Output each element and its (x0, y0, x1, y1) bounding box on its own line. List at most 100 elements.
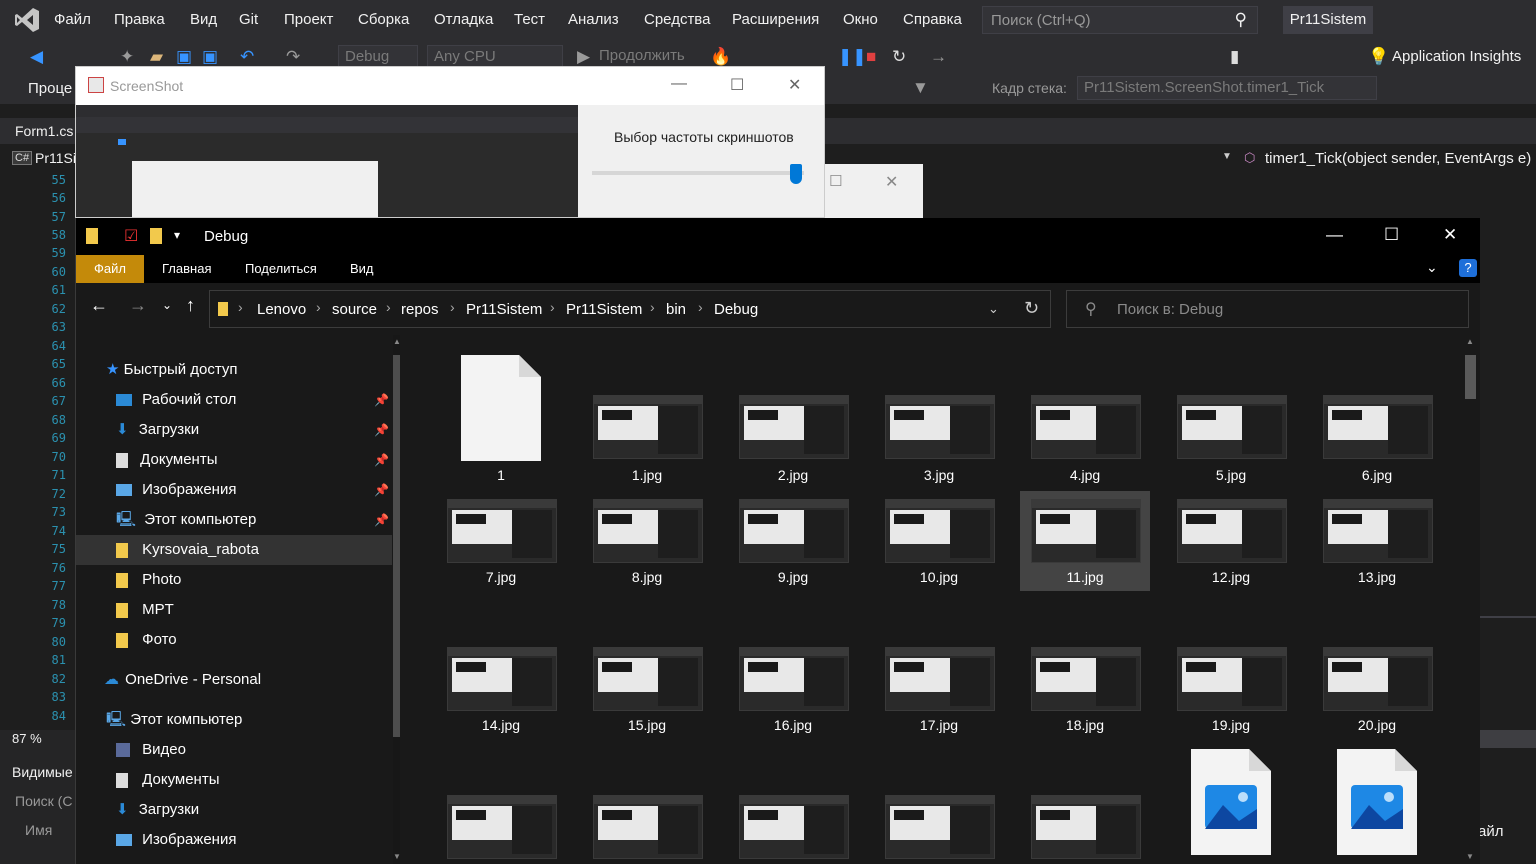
nav-item-downloads[interactable]: ⬇ Загрузки (116, 415, 392, 445)
scroll-down-icon[interactable]: ▼ (1466, 852, 1474, 861)
menu-analyze[interactable]: Анализ (568, 11, 619, 28)
zoom-level[interactable]: 87 % (12, 731, 42, 746)
nav-item-pc-documents[interactable]: Документы (116, 765, 220, 795)
scroll-up-icon[interactable]: ▲ (393, 337, 401, 346)
explorer-titlebar[interactable]: ☑ ▾ Debug — ☐ ✕ (76, 218, 1480, 255)
file-item[interactable]: 16.jpg (728, 639, 858, 739)
show-next-statement-icon[interactable]: → (930, 47, 947, 67)
breadcrumb-source[interactable]: source (332, 301, 377, 318)
nav-item-pc-downloads[interactable]: ⬇ Загрузки (116, 795, 199, 825)
nav-quick-access[interactable]: ★ Быстрый доступ (106, 355, 238, 385)
nav-item-kyrsovaia[interactable]: Kyrsovaia_rabota (76, 535, 392, 565)
nav-item-mpt[interactable]: MPT (116, 595, 174, 625)
tab-form1[interactable]: Form1.cs (15, 123, 73, 139)
file-list-scrollbar-thumb[interactable] (1465, 355, 1476, 399)
file-item[interactable]: 3.jpg (874, 381, 1004, 483)
ribbon-tab-file[interactable]: Файл (76, 255, 144, 283)
menu-debug[interactable]: Отладка (434, 11, 493, 28)
file-item[interactable]: 4.jpg (1020, 381, 1150, 483)
pin-icon[interactable]: 📌 (374, 483, 389, 497)
project-dropdown[interactable]: Pr11Si (35, 150, 76, 166)
lightbulb-icon[interactable]: 💡 (1368, 47, 1389, 67)
bookmark-icon[interactable]: ▮ (1230, 47, 1239, 67)
continue-button[interactable]: Продолжить (599, 47, 685, 64)
maximize-icon[interactable]: ☐ (829, 172, 842, 190)
file-item[interactable]: 18.jpg (1020, 639, 1150, 739)
menu-file[interactable]: Файл (54, 11, 91, 28)
breadcrumb-repos[interactable]: repos (401, 301, 439, 318)
file-item[interactable]: 15.jpg (582, 639, 712, 739)
minimize-icon[interactable]: — (671, 75, 687, 93)
qat-dropdown-icon[interactable]: ▾ (174, 228, 180, 242)
play-icon[interactable]: ▶ (577, 47, 590, 67)
back-arrow-icon[interactable]: ← (90, 295, 108, 316)
nav-scrollbar[interactable]: ▲ ▼ (393, 335, 401, 864)
breadcrumb-separator-icon[interactable]: › (550, 299, 555, 315)
scroll-up-icon[interactable]: ▲ (1466, 337, 1474, 346)
redo-icon[interactable]: ↷ (286, 47, 300, 67)
frequency-slider-thumb[interactable] (790, 164, 802, 184)
minimize-icon[interactable]: — (1326, 225, 1343, 245)
properties-icon[interactable]: ☑ (124, 226, 138, 246)
menu-help[interactable]: Справка (903, 11, 962, 28)
file-item[interactable]: 12.jpg (1166, 491, 1296, 591)
file-item[interactable] (1020, 787, 1150, 864)
pin-icon[interactable]: 📌 (374, 513, 389, 527)
breadcrumb-pr11sistem-2[interactable]: Pr11Sistem (566, 301, 642, 318)
nav-onedrive[interactable]: ☁ OneDrive - Personal (104, 665, 261, 695)
member-dropdown[interactable]: timer1_Tick(object sender, EventArgs e) (1265, 150, 1531, 167)
pin-icon[interactable]: 📌 (374, 423, 389, 437)
file-item[interactable]: 13.jpg (1312, 491, 1442, 591)
pin-icon[interactable]: 📌 (374, 393, 389, 407)
undo-icon[interactable]: ↶ (240, 47, 254, 67)
file-item[interactable]: 14.jpg (436, 639, 566, 739)
breadcrumb-separator-icon[interactable]: › (650, 299, 655, 315)
open-folder-icon[interactable]: ▰ (150, 47, 163, 67)
breadcrumb-separator-icon[interactable]: › (698, 299, 703, 315)
nav-item-foto[interactable]: Фото (116, 625, 177, 655)
file-item[interactable]: 2.jpg (728, 381, 858, 483)
breadcrumb-lenovo[interactable]: Lenovo (257, 301, 306, 318)
menu-window[interactable]: Окно (843, 11, 878, 28)
file-item[interactable] (436, 787, 566, 864)
file-item[interactable] (1312, 749, 1442, 855)
maximize-icon[interactable]: ☐ (730, 75, 744, 95)
breadcrumb-pr11sistem[interactable]: Pr11Sistem (466, 301, 542, 318)
nav-this-pc[interactable]: 🖳 Этот компьютер (106, 705, 242, 735)
menu-git[interactable]: Git (239, 11, 258, 28)
stop-icon[interactable]: ■ (866, 47, 876, 67)
save-all-icon[interactable]: ▣ (202, 47, 218, 67)
file-item[interactable] (582, 787, 712, 864)
file-item[interactable]: 9.jpg (728, 491, 858, 591)
file-item[interactable]: 17.jpg (874, 639, 1004, 739)
explorer-search-box[interactable]: ⚲ Поиск в: Debug (1066, 290, 1469, 328)
save-icon[interactable]: ▣ (176, 47, 192, 67)
menu-test[interactable]: Тест (514, 11, 545, 28)
file-item[interactable] (874, 787, 1004, 864)
menu-project[interactable]: Проект (284, 11, 333, 28)
file-item[interactable] (1166, 749, 1296, 855)
nav-item-documents[interactable]: Документы (116, 445, 392, 475)
nav-item-video[interactable]: Видео (116, 735, 186, 765)
ribbon-tab-home[interactable]: Главная (162, 255, 211, 283)
restart-icon[interactable]: ↻ (892, 47, 906, 67)
up-arrow-icon[interactable]: ↑ (186, 295, 195, 316)
vs-search-box[interactable]: Поиск (Ctrl+Q) ⚲ (982, 6, 1258, 34)
file-item[interactable]: 7.jpg (436, 491, 566, 591)
menu-edit[interactable]: Правка (114, 11, 165, 28)
menu-tools[interactable]: Средства (644, 11, 710, 28)
screenshot-window-titlebar[interactable]: ScreenShot — ☐ ✕ (76, 67, 824, 105)
file-item[interactable]: 19.jpg (1166, 639, 1296, 739)
file-item[interactable]: 1.jpg (582, 381, 712, 483)
close-icon[interactable]: ✕ (788, 75, 801, 95)
nav-item-this-pc-pinned[interactable]: 🖳 Этот компьютер (116, 505, 392, 535)
file-item[interactable]: 8.jpg (582, 491, 712, 591)
refresh-icon[interactable]: ↻ (1024, 298, 1039, 319)
breadcrumb-debug[interactable]: Debug (714, 301, 758, 318)
filter-icon[interactable]: ▼ (912, 78, 929, 98)
locals-search-input[interactable]: Поиск (С (15, 793, 72, 809)
new-folder-icon[interactable] (150, 228, 162, 244)
recent-locations-icon[interactable]: ⌄ (162, 298, 172, 312)
menu-build[interactable]: Сборка (358, 11, 409, 28)
help-icon[interactable]: ? (1459, 259, 1477, 277)
